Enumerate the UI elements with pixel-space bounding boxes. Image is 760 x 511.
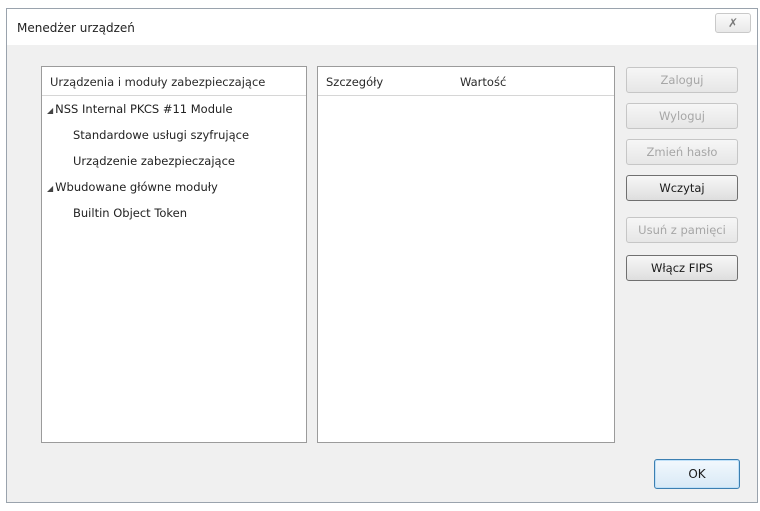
header-divider bbox=[318, 95, 614, 96]
unload-button[interactable]: Usuń z pamięci bbox=[626, 217, 738, 243]
tree-item-builtin-roots[interactable]: ◢ Wbudowane główne moduły bbox=[47, 180, 218, 194]
tree-item-security-device[interactable]: Urządzenie zabezpieczające bbox=[73, 154, 235, 168]
device-manager-dialog: Menedżer urządzeń ✗ Urządzenia i moduły … bbox=[6, 8, 758, 503]
change-password-button[interactable]: Zmień hasło bbox=[626, 139, 738, 165]
tree-item-nss-internal[interactable]: ◢ NSS Internal PKCS #11 Module bbox=[47, 102, 233, 116]
close-button[interactable]: ✗ bbox=[715, 13, 751, 33]
logout-button[interactable]: Wyloguj bbox=[626, 103, 738, 129]
tree-item-standard-crypto[interactable]: Standardowe usługi szyfrujące bbox=[73, 128, 249, 142]
tree-item-builtin-object-token[interactable]: Builtin Object Token bbox=[73, 206, 187, 220]
header-divider bbox=[42, 95, 306, 96]
login-button[interactable]: Zaloguj bbox=[626, 67, 738, 93]
tree-item-label: Wbudowane główne moduły bbox=[55, 180, 218, 194]
ok-button[interactable]: OK bbox=[654, 459, 740, 489]
devices-tree-panel[interactable]: Urządzenia i moduły zabezpieczające ◢ NSS… bbox=[41, 66, 307, 443]
details-panel[interactable]: Szczegóły Wartość bbox=[317, 66, 615, 443]
devices-column-header[interactable]: Urządzenia i moduły zabezpieczające bbox=[50, 75, 265, 89]
expanded-triangle-icon[interactable]: ◢ bbox=[47, 106, 53, 115]
details-column-header[interactable]: Szczegóły bbox=[326, 75, 383, 89]
expanded-triangle-icon[interactable]: ◢ bbox=[47, 184, 53, 193]
tree-item-label: Builtin Object Token bbox=[73, 206, 188, 220]
enable-fips-button[interactable]: Włącz FIPS bbox=[626, 255, 738, 281]
load-button[interactable]: Wczytaj bbox=[626, 175, 738, 201]
window-title: Menedżer urządzeń bbox=[17, 21, 135, 35]
close-icon: ✗ bbox=[727, 16, 739, 30]
tree-item-label: Standardowe usługi szyfrujące bbox=[73, 128, 250, 142]
title-bar: Menedżer urządzeń ✗ bbox=[7, 9, 757, 45]
tree-item-label: Urządzenie zabezpieczające bbox=[73, 154, 235, 168]
tree-item-label: NSS Internal PKCS #11 Module bbox=[55, 102, 233, 116]
value-column-header[interactable]: Wartość bbox=[460, 75, 506, 89]
